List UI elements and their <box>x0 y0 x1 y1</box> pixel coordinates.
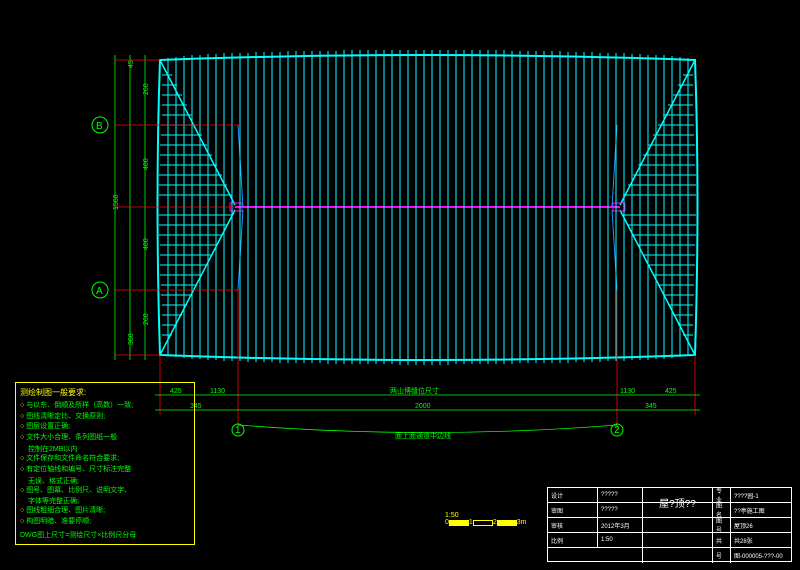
dim-h-seg2: 1130 <box>210 388 225 395</box>
tb-check-label: 审图 <box>548 503 598 517</box>
dim-h-mid: 两山博缝位尺寸 <box>390 386 439 395</box>
dim-v-overall: 360 <box>128 333 135 345</box>
notes-item-cont: 控制在2MB以内 <box>28 444 190 454</box>
hip-line-tr <box>620 60 695 205</box>
notes-title: 测绘制图一般要求: <box>20 387 190 398</box>
dim-h-seg4: 425 <box>665 388 677 395</box>
dim-h-total2: 2000 <box>415 403 431 410</box>
notes-item: 构图明暗、准要停顺; <box>20 517 190 527</box>
dim-h-seg3: 1130 <box>620 388 635 395</box>
notes-panel: 测绘制图一般要求: 与以东、倒顺及所样（高数）一致; 图线清晰定比、交换原则; … <box>15 382 195 545</box>
notes-item: 图层设置正确; <box>20 422 190 432</box>
grid-label-b: B <box>96 121 103 132</box>
notes-item: 文件保存和文件命名符合要求; <box>20 454 190 464</box>
notes-item: 有定位轴线和编号、尺寸标注完整 <box>20 465 190 475</box>
notes-item-cont: 字体等完整正确; <box>28 496 190 506</box>
notes-footer: DWG图上尺寸=测绘尺寸×比例尺分母 <box>20 530 190 540</box>
bottom-arc-label: 面上面通道中边线 <box>395 431 451 440</box>
grid-label-1: 1 <box>235 425 241 436</box>
grid-label-a: A <box>96 286 103 297</box>
notes-item: 图线粗细合理、图片清晰; <box>20 506 190 516</box>
tb-date-label: 审核 <box>548 518 598 532</box>
dim-v-seg3: 480 <box>143 238 150 250</box>
dim-v-seg1: 260 <box>143 83 150 95</box>
grid-label-2: 2 <box>614 425 620 436</box>
tb-scale-label: 比例 <box>548 533 598 547</box>
notes-item: 与以东、倒顺及所样（高数）一致; <box>20 401 190 411</box>
dim-h-total3: 345 <box>645 403 657 410</box>
tb-design-label: 设计 <box>548 488 598 502</box>
hip-line-br <box>620 210 695 355</box>
dim-v-top1: 45 <box>128 60 135 68</box>
bottom-arc <box>238 425 617 433</box>
dim-v-total: 1560 <box>113 194 120 210</box>
notes-item: 图号、图幕、比例尺、说明文字、 <box>20 486 190 496</box>
dim-v-seg2: 480 <box>143 158 150 170</box>
notes-item-cont: 无误、格式正确; <box>28 476 190 486</box>
dim-v-seg4: 260 <box>143 313 150 325</box>
title-block: 设计 ????? 屋?顶?? 专业 ????园-1 审图 ????? 图名 ??… <box>547 487 792 562</box>
notes-item: 文件大小合理、条列图纸一般 <box>20 433 190 443</box>
notes-item: 图线清晰定比、交换原则; <box>20 412 190 422</box>
scale-bar: 1:50 0 1 2 3m <box>445 512 545 542</box>
scale-ratio: 1:50 <box>445 512 545 519</box>
